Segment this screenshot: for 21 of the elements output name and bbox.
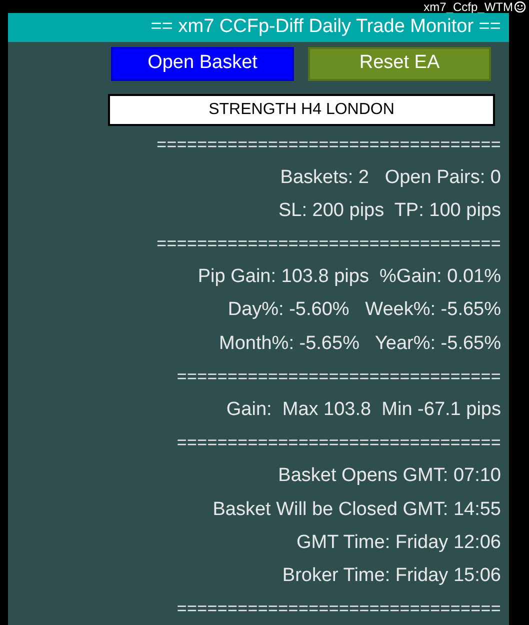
strategy-label: STRENGTH H4 LONDON (108, 94, 495, 126)
status-text: Gain: Max 103.8 Min -67.1 pips (226, 398, 501, 422)
smiley-icon (514, 1, 526, 13)
open-basket-button[interactable]: Open Basket (111, 46, 294, 80)
status-text: Day%: -5.60% Week%: -5.65% (228, 298, 501, 322)
status-text: Baskets: 2 Open Pairs: 0 (280, 166, 501, 190)
separator-line: ================================== (156, 233, 501, 256)
status-text: Pip Gain: 103.8 pips %Gain: 0.01% (198, 265, 501, 290)
separator-line: ================================ (176, 598, 501, 620)
status-text: GMT Time: Friday 12:06 (296, 530, 501, 555)
status-text: Month%: -5.65% Year%: -5.65% (219, 332, 501, 356)
separator-line: ================================ (176, 366, 501, 388)
window-title: == xm7 CCFp-Diff Daily Trade Monitor == (150, 15, 501, 39)
reset-button[interactable]: Reset EA (308, 46, 491, 80)
status-text: Broker Time: Friday 15:06 (282, 564, 501, 588)
status-text: Basket Opens GMT: 07:10 (278, 464, 501, 488)
status-text: SL: 200 pips TP: 100 pips (278, 198, 501, 223)
chart-caption: xm7_Ccfp_WTM (424, 1, 513, 13)
status-text: Basket Will be Closed GMT: 14:55 (212, 498, 501, 522)
separator-line: ================================ (176, 432, 501, 454)
separator-line: ================================== (156, 134, 501, 156)
